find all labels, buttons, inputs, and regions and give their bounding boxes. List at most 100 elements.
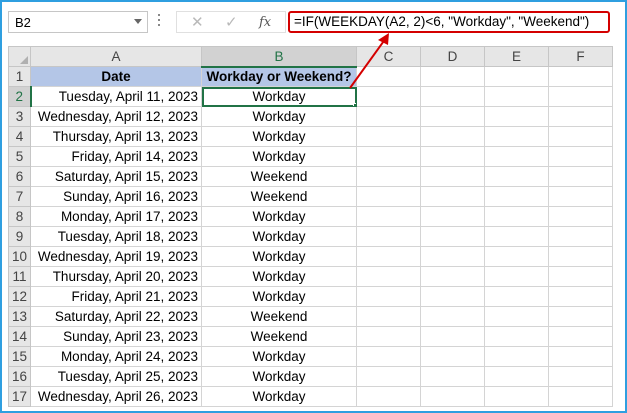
column-header-f[interactable]: F bbox=[548, 46, 614, 67]
type-cell[interactable]: Workday bbox=[201, 386, 358, 407]
row-header[interactable]: 2 bbox=[7, 86, 32, 107]
empty-cell[interactable] bbox=[420, 306, 486, 327]
empty-cell[interactable] bbox=[356, 266, 422, 287]
empty-cell[interactable] bbox=[548, 326, 614, 347]
empty-cell[interactable] bbox=[356, 146, 422, 167]
type-cell[interactable]: Workday bbox=[201, 246, 358, 267]
empty-cell[interactable] bbox=[548, 86, 614, 107]
empty-cell[interactable] bbox=[484, 266, 550, 287]
type-cell[interactable]: Workday bbox=[201, 366, 358, 387]
row-header[interactable]: 5 bbox=[7, 146, 32, 167]
empty-cell[interactable] bbox=[420, 326, 486, 347]
empty-cell[interactable] bbox=[484, 386, 550, 407]
empty-cell[interactable] bbox=[484, 306, 550, 327]
type-cell[interactable]: Workday bbox=[201, 226, 358, 247]
date-cell[interactable]: Sunday, April 23, 2023 bbox=[30, 326, 203, 347]
row-header[interactable]: 15 bbox=[7, 346, 32, 367]
empty-cell[interactable] bbox=[548, 266, 614, 287]
empty-cell[interactable] bbox=[356, 286, 422, 307]
empty-cell[interactable] bbox=[548, 346, 614, 367]
empty-cell[interactable] bbox=[484, 146, 550, 167]
type-header-cell[interactable]: Workday or Weekend? bbox=[201, 66, 358, 87]
date-cell[interactable]: Wednesday, April 19, 2023 bbox=[30, 246, 203, 267]
type-cell[interactable]: Workday bbox=[201, 126, 358, 147]
empty-cell[interactable] bbox=[420, 66, 486, 87]
date-cell[interactable]: Thursday, April 20, 2023 bbox=[30, 266, 203, 287]
empty-cell[interactable] bbox=[356, 226, 422, 247]
empty-cell[interactable] bbox=[356, 366, 422, 387]
empty-cell[interactable] bbox=[484, 366, 550, 387]
date-cell[interactable]: Monday, April 17, 2023 bbox=[30, 206, 203, 227]
empty-cell[interactable] bbox=[420, 246, 486, 267]
insert-function-icon[interactable]: fx bbox=[259, 15, 271, 30]
row-header[interactable]: 11 bbox=[7, 266, 32, 287]
empty-cell[interactable] bbox=[484, 286, 550, 307]
date-cell[interactable]: Saturday, April 22, 2023 bbox=[30, 306, 203, 327]
row-header[interactable]: 9 bbox=[7, 226, 32, 247]
empty-cell[interactable] bbox=[484, 346, 550, 367]
row-header[interactable]: 1 bbox=[7, 66, 32, 87]
empty-cell[interactable] bbox=[356, 246, 422, 267]
active-cell[interactable]: Workday bbox=[201, 86, 358, 107]
column-header-e[interactable]: E bbox=[484, 46, 550, 67]
empty-cell[interactable] bbox=[484, 166, 550, 187]
type-cell[interactable]: Weekend bbox=[201, 326, 358, 347]
date-cell[interactable]: Monday, April 24, 2023 bbox=[30, 346, 203, 367]
empty-cell[interactable] bbox=[420, 186, 486, 207]
type-cell[interactable]: Weekend bbox=[201, 186, 358, 207]
empty-cell[interactable] bbox=[356, 186, 422, 207]
type-cell[interactable]: Weekend bbox=[201, 306, 358, 327]
empty-cell[interactable] bbox=[356, 86, 422, 107]
empty-cell[interactable] bbox=[420, 266, 486, 287]
close-icon[interactable]: ✕ bbox=[191, 13, 204, 31]
date-cell[interactable]: Thursday, April 13, 2023 bbox=[30, 126, 203, 147]
empty-cell[interactable] bbox=[356, 326, 422, 347]
date-cell[interactable]: Tuesday, April 18, 2023 bbox=[30, 226, 203, 247]
column-header-a[interactable]: A bbox=[30, 46, 203, 67]
row-header[interactable]: 7 bbox=[7, 186, 32, 207]
empty-cell[interactable] bbox=[548, 306, 614, 327]
empty-cell[interactable] bbox=[484, 126, 550, 147]
date-cell[interactable]: Sunday, April 16, 2023 bbox=[30, 186, 203, 207]
chevron-down-icon[interactable] bbox=[134, 19, 142, 24]
empty-cell[interactable] bbox=[356, 106, 422, 127]
type-cell[interactable]: Workday bbox=[201, 206, 358, 227]
empty-cell[interactable] bbox=[420, 166, 486, 187]
empty-cell[interactable] bbox=[484, 206, 550, 227]
date-cell[interactable]: Wednesday, April 12, 2023 bbox=[30, 106, 203, 127]
check-icon[interactable]: ✓ bbox=[225, 13, 238, 31]
empty-cell[interactable] bbox=[356, 346, 422, 367]
empty-cell[interactable] bbox=[420, 386, 486, 407]
empty-cell[interactable] bbox=[484, 186, 550, 207]
row-header[interactable]: 12 bbox=[7, 286, 32, 307]
row-header[interactable]: 8 bbox=[7, 206, 32, 227]
empty-cell[interactable] bbox=[356, 386, 422, 407]
row-header[interactable]: 6 bbox=[7, 166, 32, 187]
column-header-c[interactable]: C bbox=[356, 46, 422, 67]
empty-cell[interactable] bbox=[420, 106, 486, 127]
empty-cell[interactable] bbox=[420, 86, 486, 107]
row-header[interactable]: 16 bbox=[7, 366, 32, 387]
date-cell[interactable]: Saturday, April 15, 2023 bbox=[30, 166, 203, 187]
empty-cell[interactable] bbox=[356, 166, 422, 187]
empty-cell[interactable] bbox=[420, 126, 486, 147]
empty-cell[interactable] bbox=[356, 66, 422, 87]
empty-cell[interactable] bbox=[420, 146, 486, 167]
fill-handle[interactable] bbox=[353, 103, 356, 106]
empty-cell[interactable] bbox=[420, 226, 486, 247]
empty-cell[interactable] bbox=[356, 206, 422, 227]
date-cell[interactable]: Friday, April 14, 2023 bbox=[30, 146, 203, 167]
empty-cell[interactable] bbox=[548, 206, 614, 227]
name-box[interactable]: B2 bbox=[8, 11, 148, 33]
empty-cell[interactable] bbox=[484, 86, 550, 107]
row-header[interactable]: 17 bbox=[7, 386, 32, 407]
date-header-cell[interactable]: Date bbox=[30, 66, 203, 87]
empty-cell[interactable] bbox=[484, 246, 550, 267]
empty-cell[interactable] bbox=[548, 126, 614, 147]
empty-cell[interactable] bbox=[420, 286, 486, 307]
type-cell[interactable]: Weekend bbox=[201, 166, 358, 187]
empty-cell[interactable] bbox=[420, 206, 486, 227]
empty-cell[interactable] bbox=[356, 126, 422, 147]
select-all-corner[interactable] bbox=[7, 46, 32, 67]
row-header[interactable]: 14 bbox=[7, 326, 32, 347]
